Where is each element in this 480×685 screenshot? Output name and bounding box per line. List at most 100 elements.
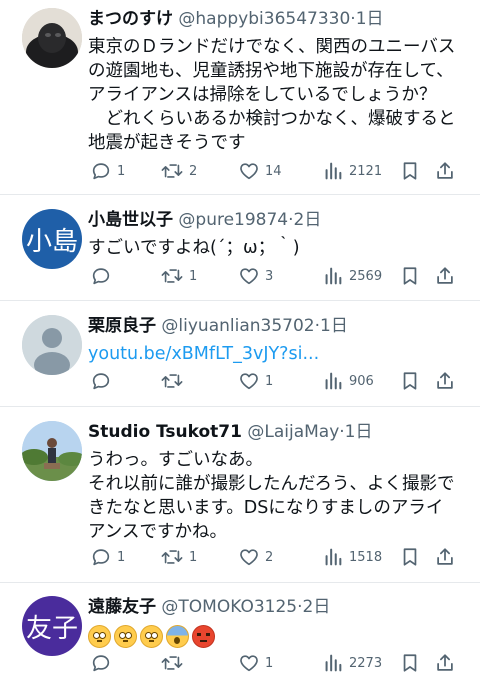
share-button[interactable] xyxy=(434,368,456,394)
bookmark-button[interactable] xyxy=(400,544,420,570)
share-button[interactable] xyxy=(434,158,456,184)
views-icon xyxy=(322,652,344,674)
default-avatar-icon xyxy=(22,315,82,375)
reply-button[interactable]: 1 xyxy=(90,158,125,184)
like-button[interactable]: 2 xyxy=(238,544,273,570)
like-icon xyxy=(238,265,260,287)
reply-button[interactable] xyxy=(90,650,117,676)
reply-button[interactable] xyxy=(90,368,117,394)
repost-icon xyxy=(160,652,184,674)
display-name[interactable]: まつのすけ xyxy=(88,9,173,29)
flushed-face-icon xyxy=(114,625,137,648)
views-count: 2273 xyxy=(349,655,383,671)
handle[interactable]: @happybi36547330 xyxy=(178,9,350,29)
repost-icon xyxy=(160,265,184,287)
share-button[interactable] xyxy=(434,650,456,676)
post-text: うわっ。すごいなあ。 それ以前に誰が撮影したんだろう、よく撮影で きたなと思いま… xyxy=(88,448,474,544)
share-icon xyxy=(434,546,456,568)
views-button[interactable]: 906 xyxy=(322,368,374,394)
avatar-label: 小島 xyxy=(25,226,78,257)
avatar[interactable]: 小島 xyxy=(22,209,82,269)
post-4[interactable]: Studio Tsukot71 @LaijaMay·1日 うわっ。すごいなあ。 … xyxy=(0,407,480,583)
avatar-photo xyxy=(22,421,82,481)
display-name[interactable]: Studio Tsukot71 xyxy=(88,422,242,442)
action-bar: 1 3 2569 xyxy=(88,263,468,289)
handle[interactable]: @pure19874 xyxy=(178,210,288,230)
views-button[interactable]: 2569 xyxy=(322,263,382,289)
handle[interactable]: @LaijaMay xyxy=(247,422,339,442)
views-icon xyxy=(322,370,344,392)
post-5[interactable]: 友子 遠藤友子 @TOMOKO3125·2日 1 2273 xyxy=(0,583,480,685)
angry-face-icon xyxy=(192,625,215,648)
reply-button[interactable]: 1 xyxy=(90,544,125,570)
timestamp[interactable]: 2日 xyxy=(303,597,331,617)
like-button[interactable]: 14 xyxy=(238,158,282,184)
views-button[interactable]: 1518 xyxy=(322,544,382,570)
like-icon xyxy=(238,160,260,182)
action-bar: 1 2 14 2121 xyxy=(88,158,468,184)
display-name[interactable]: 栗原良子 xyxy=(88,316,156,336)
timestamp[interactable]: 1日 xyxy=(356,9,384,29)
display-name[interactable]: 遠藤友子 xyxy=(88,597,156,617)
text-line: の遊園地も、児童誘拐や地下施設が存在して、 xyxy=(88,61,454,81)
bookmark-button[interactable] xyxy=(400,368,420,394)
avatar[interactable] xyxy=(22,8,82,68)
like-icon xyxy=(238,652,260,674)
handle[interactable]: @TOMOKO3125 xyxy=(161,597,297,617)
like-icon xyxy=(238,546,260,568)
avatar[interactable] xyxy=(22,315,82,375)
post-header: Studio Tsukot71 @LaijaMay·1日 xyxy=(88,421,474,443)
reply-button[interactable] xyxy=(90,263,117,289)
post-3[interactable]: 栗原良子 @liyuanlian35702·1日 youtu.be/xBMfLT… xyxy=(0,301,480,407)
text-line: アンスですかね。 xyxy=(88,522,227,542)
replies-count: 1 xyxy=(117,163,126,179)
screaming-face-icon xyxy=(166,625,189,648)
post-2[interactable]: 小島 小島世以子 @pure19874·2日 すごいですよね(´；ω；｀) 1 3… xyxy=(0,195,480,301)
repost-button[interactable] xyxy=(160,650,189,676)
text-line: 地震が起きそうです xyxy=(88,133,246,153)
text-line: どれくらいあるか検討つかなく、爆破すると xyxy=(88,109,456,129)
views-icon xyxy=(322,546,344,568)
share-button[interactable] xyxy=(434,263,456,289)
like-button[interactable]: 1 xyxy=(238,368,273,394)
avatar[interactable]: 友子 xyxy=(22,596,82,656)
likes-count: 2 xyxy=(265,549,274,565)
timestamp[interactable]: 1日 xyxy=(320,316,348,336)
reply-icon xyxy=(90,546,112,568)
avatar[interactable] xyxy=(22,421,82,481)
text-line: すごいですよね(´；ω；｀) xyxy=(88,238,300,258)
bookmark-icon xyxy=(400,370,420,392)
repost-button[interactable]: 1 xyxy=(160,544,197,570)
like-button[interactable]: 1 xyxy=(238,650,273,676)
display-name[interactable]: 小島世以子 xyxy=(88,210,173,230)
repost-button[interactable]: 1 xyxy=(160,263,197,289)
action-bar: 1 2273 xyxy=(88,650,468,676)
timestamp[interactable]: 1日 xyxy=(345,422,373,442)
views-button[interactable]: 2273 xyxy=(322,650,382,676)
likes-count: 1 xyxy=(265,373,274,389)
views-button[interactable]: 2121 xyxy=(322,158,382,184)
repost-button[interactable]: 2 xyxy=(160,158,197,184)
share-icon xyxy=(434,160,456,182)
views-count: 1518 xyxy=(349,549,383,565)
likes-count: 14 xyxy=(265,163,282,179)
timestamp[interactable]: 2日 xyxy=(294,210,322,230)
action-bar: 1 1 2 1518 xyxy=(88,544,468,570)
repost-icon xyxy=(160,546,184,568)
reposts-count: 1 xyxy=(189,268,198,284)
post-text: 東京のＤランドだけでなく、関西のユニーバス の遊園地も、児童誘拐や地下施設が存在… xyxy=(88,35,474,155)
views-icon xyxy=(322,265,344,287)
text-line: 東京のＤランドだけでなく、関西のユニーバス xyxy=(88,37,456,57)
bookmark-button[interactable] xyxy=(400,158,420,184)
post-1[interactable]: まつのすけ @happybi36547330·1日 東京のＤランドだけでなく、関… xyxy=(0,0,480,195)
repost-button[interactable] xyxy=(160,368,189,394)
bookmark-button[interactable] xyxy=(400,650,420,676)
post-text: すごいですよね(´；ω；｀) xyxy=(88,236,474,260)
like-icon xyxy=(238,370,260,392)
like-button[interactable]: 3 xyxy=(238,263,273,289)
post-link[interactable]: youtu.be/xBMfLT_3vJY?si... xyxy=(88,342,474,366)
handle[interactable]: @liyuanlian35702 xyxy=(161,316,314,336)
bookmark-icon xyxy=(400,652,420,674)
share-button[interactable] xyxy=(434,544,456,570)
bookmark-button[interactable] xyxy=(400,263,420,289)
